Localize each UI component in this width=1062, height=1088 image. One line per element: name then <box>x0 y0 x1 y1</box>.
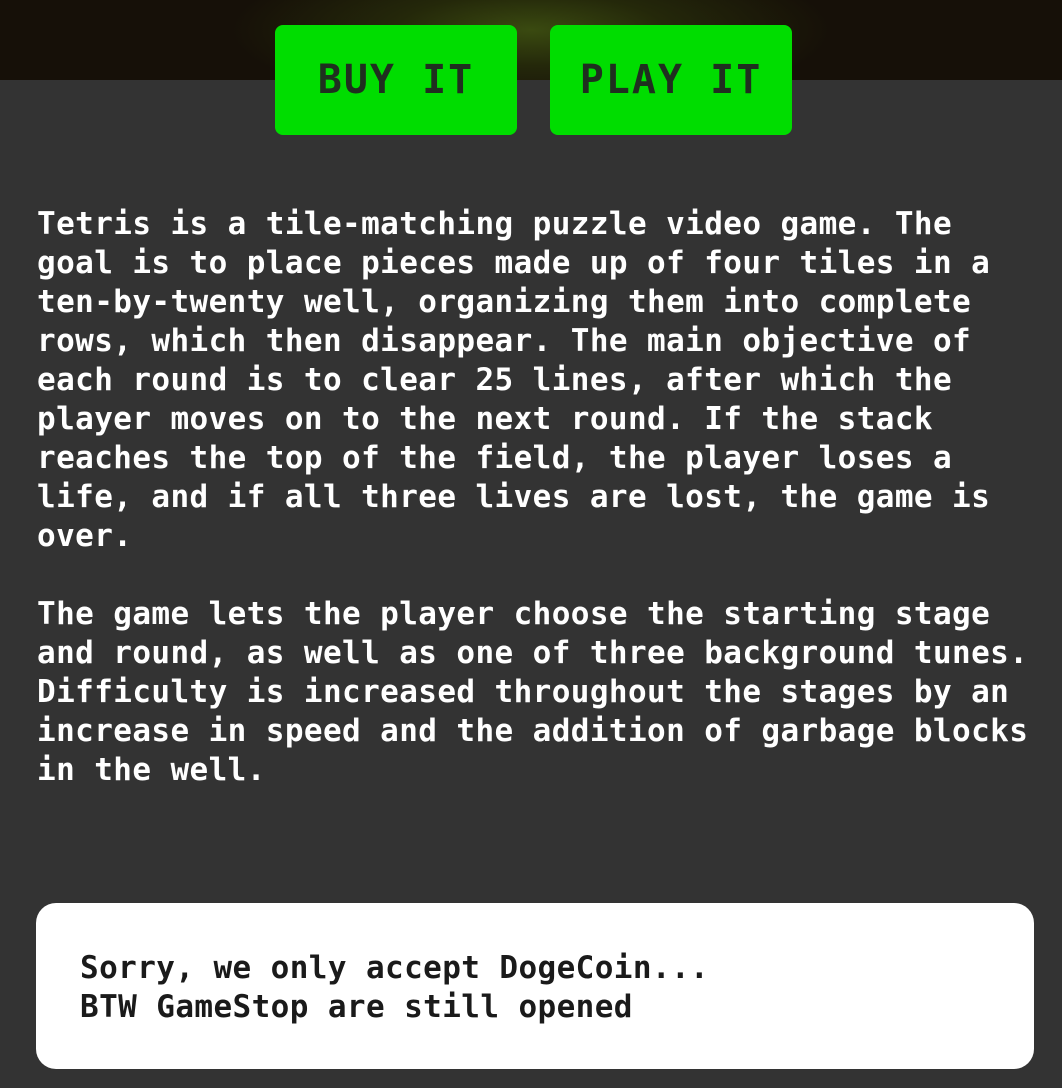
description-paragraph: The game lets the player choose the star… <box>37 596 1029 788</box>
notice-line: BTW GameStop are still opened <box>80 989 633 1025</box>
buy-it-button[interactable]: BUY IT <box>275 25 517 135</box>
header-banner <box>0 0 1062 80</box>
game-description: Tetris is a tile-matching puzzle video g… <box>37 205 1037 829</box>
notice-line: Sorry, we only accept DogeCoin... <box>80 950 710 986</box>
play-it-button[interactable]: PLAY IT <box>550 25 792 135</box>
payment-notice: Sorry, we only accept DogeCoin... BTW Ga… <box>36 903 1034 1069</box>
description-paragraph: Tetris is a tile-matching puzzle video g… <box>37 206 991 554</box>
